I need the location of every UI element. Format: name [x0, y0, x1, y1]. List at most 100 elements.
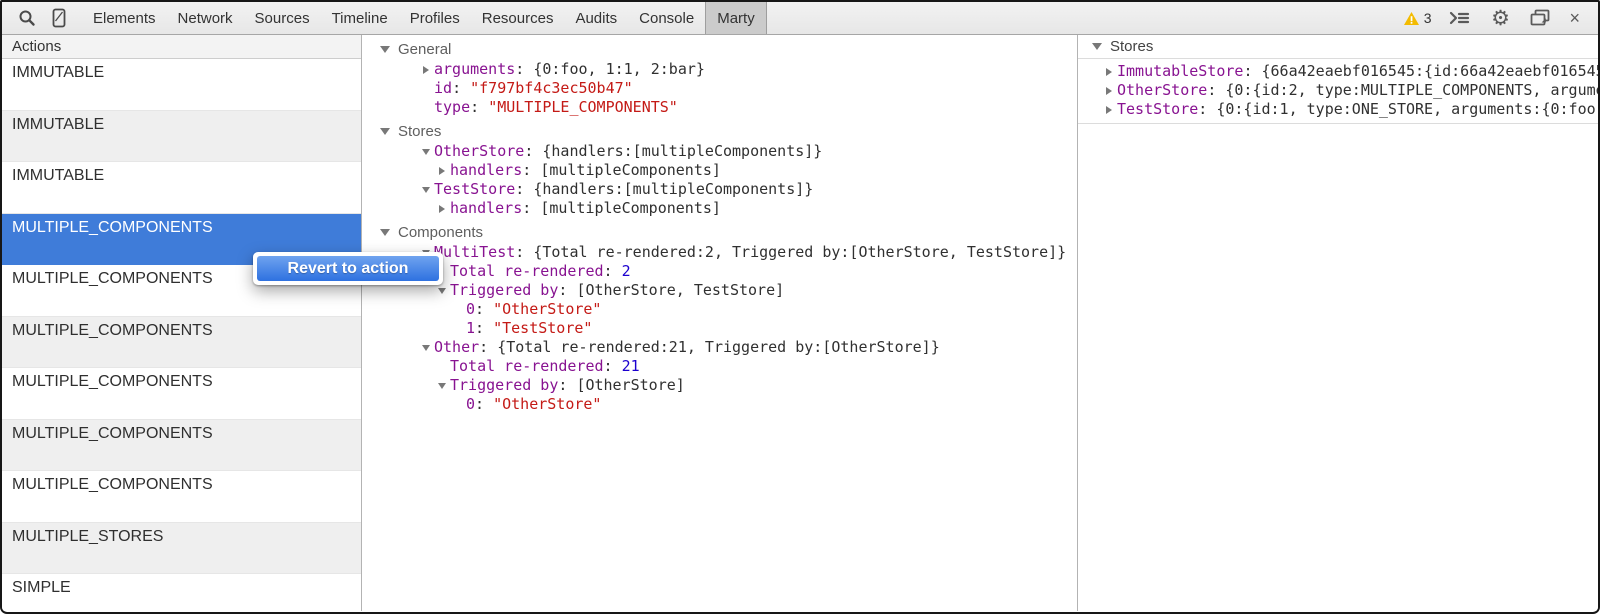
- tab-marty[interactable]: Marty: [705, 2, 767, 34]
- console-drawer-icon[interactable]: [1446, 5, 1472, 31]
- property-name: type: [434, 98, 470, 116]
- tab-profiles[interactable]: Profiles: [399, 2, 471, 34]
- action-label: IMMUTABLE: [12, 167, 104, 184]
- list-item[interactable]: MULTIPLE_STORES: [2, 523, 361, 575]
- colon-separator: :: [515, 243, 533, 261]
- tree-row[interactable]: 0: "OtherStore": [362, 395, 1077, 414]
- colon-separator: :: [475, 319, 493, 337]
- warning-indicator[interactable]: 3: [1403, 10, 1432, 26]
- warning-count: 3: [1424, 10, 1432, 26]
- tree-row[interactable]: TestStore: {0:{id:1, type:ONE_STORE, arg…: [1078, 100, 1598, 119]
- actions-list: IMMUTABLEIMMUTABLEIMMUTABLEMULTIPLE_COMP…: [2, 59, 361, 614]
- tree-row[interactable]: Total re-rendered: 2: [362, 262, 1077, 281]
- menu-item-revert-to-action[interactable]: Revert to action: [257, 256, 439, 281]
- colon-separator: :: [522, 199, 540, 217]
- dock-window-icon[interactable]: [1528, 5, 1554, 31]
- tree-row[interactable]: ImmutableStore: {66a42eaebf016545:{id:66…: [1078, 62, 1598, 81]
- chevron-down-icon[interactable]: [418, 180, 434, 199]
- tab-network[interactable]: Network: [167, 2, 244, 34]
- tab-sources[interactable]: Sources: [244, 2, 321, 34]
- action-label: MULTIPLE_COMPONENTS: [12, 476, 213, 493]
- triangle-glyph: [1106, 87, 1112, 95]
- list-item[interactable]: MULTIPLE_COMPONENTS: [2, 471, 361, 523]
- section-header-components[interactable]: Components: [362, 221, 1077, 243]
- list-item[interactable]: IMMUTABLE: [2, 111, 361, 163]
- colon-separator: :: [604, 357, 622, 375]
- property-name: MultiTest: [434, 243, 515, 261]
- chevron-down-icon: [380, 229, 390, 236]
- tree-row[interactable]: id: "f797bf4c3ec50b47": [362, 79, 1077, 98]
- property-value: [OtherStore]: [576, 376, 684, 394]
- colon-separator: :: [475, 395, 493, 413]
- property-name: arguments: [434, 60, 515, 78]
- tab-elements[interactable]: Elements: [82, 2, 167, 34]
- property-value: {0:foo, 1:1, 2:bar}: [533, 60, 705, 78]
- tree-row[interactable]: MultiTest: {Total re-rendered:2, Trigger…: [362, 243, 1077, 262]
- chevron-right-icon[interactable]: [434, 199, 450, 218]
- tree-row[interactable]: handlers: [multipleComponents]: [362, 161, 1077, 180]
- property-name: Triggered by: [450, 281, 558, 299]
- section-title: Components: [398, 224, 483, 241]
- tree-row[interactable]: handlers: [multipleComponents]: [362, 199, 1077, 218]
- tree-row[interactable]: Total re-rendered: 21: [362, 357, 1077, 376]
- list-item[interactable]: MULTIPLE_COMPONENTS: [2, 368, 361, 420]
- property-name: OtherStore: [434, 142, 524, 160]
- property-name: TestStore: [434, 180, 515, 198]
- tree-section-general: General arguments: {0:foo, 1:1, 2:bar}id:…: [362, 38, 1077, 117]
- chevron-right-icon[interactable]: [1101, 100, 1117, 119]
- property-value: {handlers:[multipleComponents]}: [542, 142, 822, 160]
- toggle-device-mode-icon[interactable]: [46, 5, 72, 31]
- property-value: "MULTIPLE_COMPONENTS": [488, 98, 678, 116]
- chevron-right-icon[interactable]: [1101, 81, 1117, 100]
- tab-audits[interactable]: Audits: [564, 2, 628, 34]
- triangle-glyph: [439, 205, 445, 213]
- triangle-glyph: [438, 383, 446, 389]
- chevron-right-icon[interactable]: [1101, 62, 1117, 81]
- section-title: Stores: [398, 123, 441, 140]
- tree-row[interactable]: OtherStore: {0:{id:2, type:MULTIPLE_COMP…: [1078, 81, 1598, 100]
- tab-console[interactable]: Console: [628, 2, 705, 34]
- list-item[interactable]: IMMUTABLE: [2, 162, 361, 214]
- colon-separator: :: [604, 262, 622, 280]
- tree-row[interactable]: Other: {Total re-rendered:21, Triggered …: [362, 338, 1077, 357]
- tree-row[interactable]: Triggered by: [OtherStore]: [362, 376, 1077, 395]
- stores-panel-header[interactable]: Stores: [1078, 35, 1598, 59]
- section-header-general[interactable]: General: [362, 38, 1077, 60]
- list-item[interactable]: MULTIPLE_COMPONENTS: [2, 317, 361, 369]
- property-value: [OtherStore, TestStore]: [576, 281, 784, 299]
- chevron-right-icon[interactable]: [434, 161, 450, 180]
- chevron-down-icon[interactable]: [418, 338, 434, 357]
- property-name: ImmutableStore: [1117, 62, 1243, 80]
- tab-timeline[interactable]: Timeline: [321, 2, 399, 34]
- list-item[interactable]: MULTIPLE_COMPONENTS: [2, 420, 361, 472]
- section-title: General: [398, 41, 451, 58]
- tree-row[interactable]: 1: "TestStore": [362, 319, 1077, 338]
- tab-resources[interactable]: Resources: [471, 2, 565, 34]
- triangle-glyph: [422, 187, 430, 193]
- stores-panel: Stores ImmutableStore: {66a42eaebf016545…: [1077, 35, 1598, 611]
- triangle-glyph: [1106, 68, 1112, 76]
- property-name: 0: [466, 395, 475, 413]
- stores-panel-title: Stores: [1110, 38, 1153, 55]
- action-label: MULTIPLE_STORES: [12, 528, 163, 545]
- chevron-down-icon: [380, 46, 390, 53]
- chevron-right-icon[interactable]: [418, 60, 434, 79]
- triangle-glyph: [422, 149, 430, 155]
- section-header-stores[interactable]: Stores: [362, 120, 1077, 142]
- action-label: MULTIPLE_COMPONENTS: [12, 425, 213, 442]
- tree-row[interactable]: type: "MULTIPLE_COMPONENTS": [362, 98, 1077, 117]
- search-icon[interactable]: [14, 5, 40, 31]
- list-item[interactable]: IMMUTABLE: [2, 59, 361, 111]
- tree-row[interactable]: Triggered by: [OtherStore, TestStore]: [362, 281, 1077, 300]
- devtools-window: ElementsNetworkSourcesTimelineProfilesRe…: [0, 0, 1600, 614]
- list-item[interactable]: SIMPLE: [2, 574, 361, 614]
- tree-row[interactable]: arguments: {0:foo, 1:1, 2:bar}: [362, 60, 1077, 79]
- tree-row[interactable]: OtherStore: {handlers:[multipleComponent…: [362, 142, 1077, 161]
- property-value: [multipleComponents]: [540, 161, 721, 179]
- chevron-down-icon[interactable]: [418, 142, 434, 161]
- tree-row[interactable]: 0: "OtherStore": [362, 300, 1077, 319]
- close-icon[interactable]: ×: [1569, 9, 1580, 27]
- settings-gear-icon[interactable]: ⚙: [1487, 5, 1513, 31]
- chevron-down-icon[interactable]: [434, 376, 450, 395]
- tree-row[interactable]: TestStore: {handlers:[multipleComponents…: [362, 180, 1077, 199]
